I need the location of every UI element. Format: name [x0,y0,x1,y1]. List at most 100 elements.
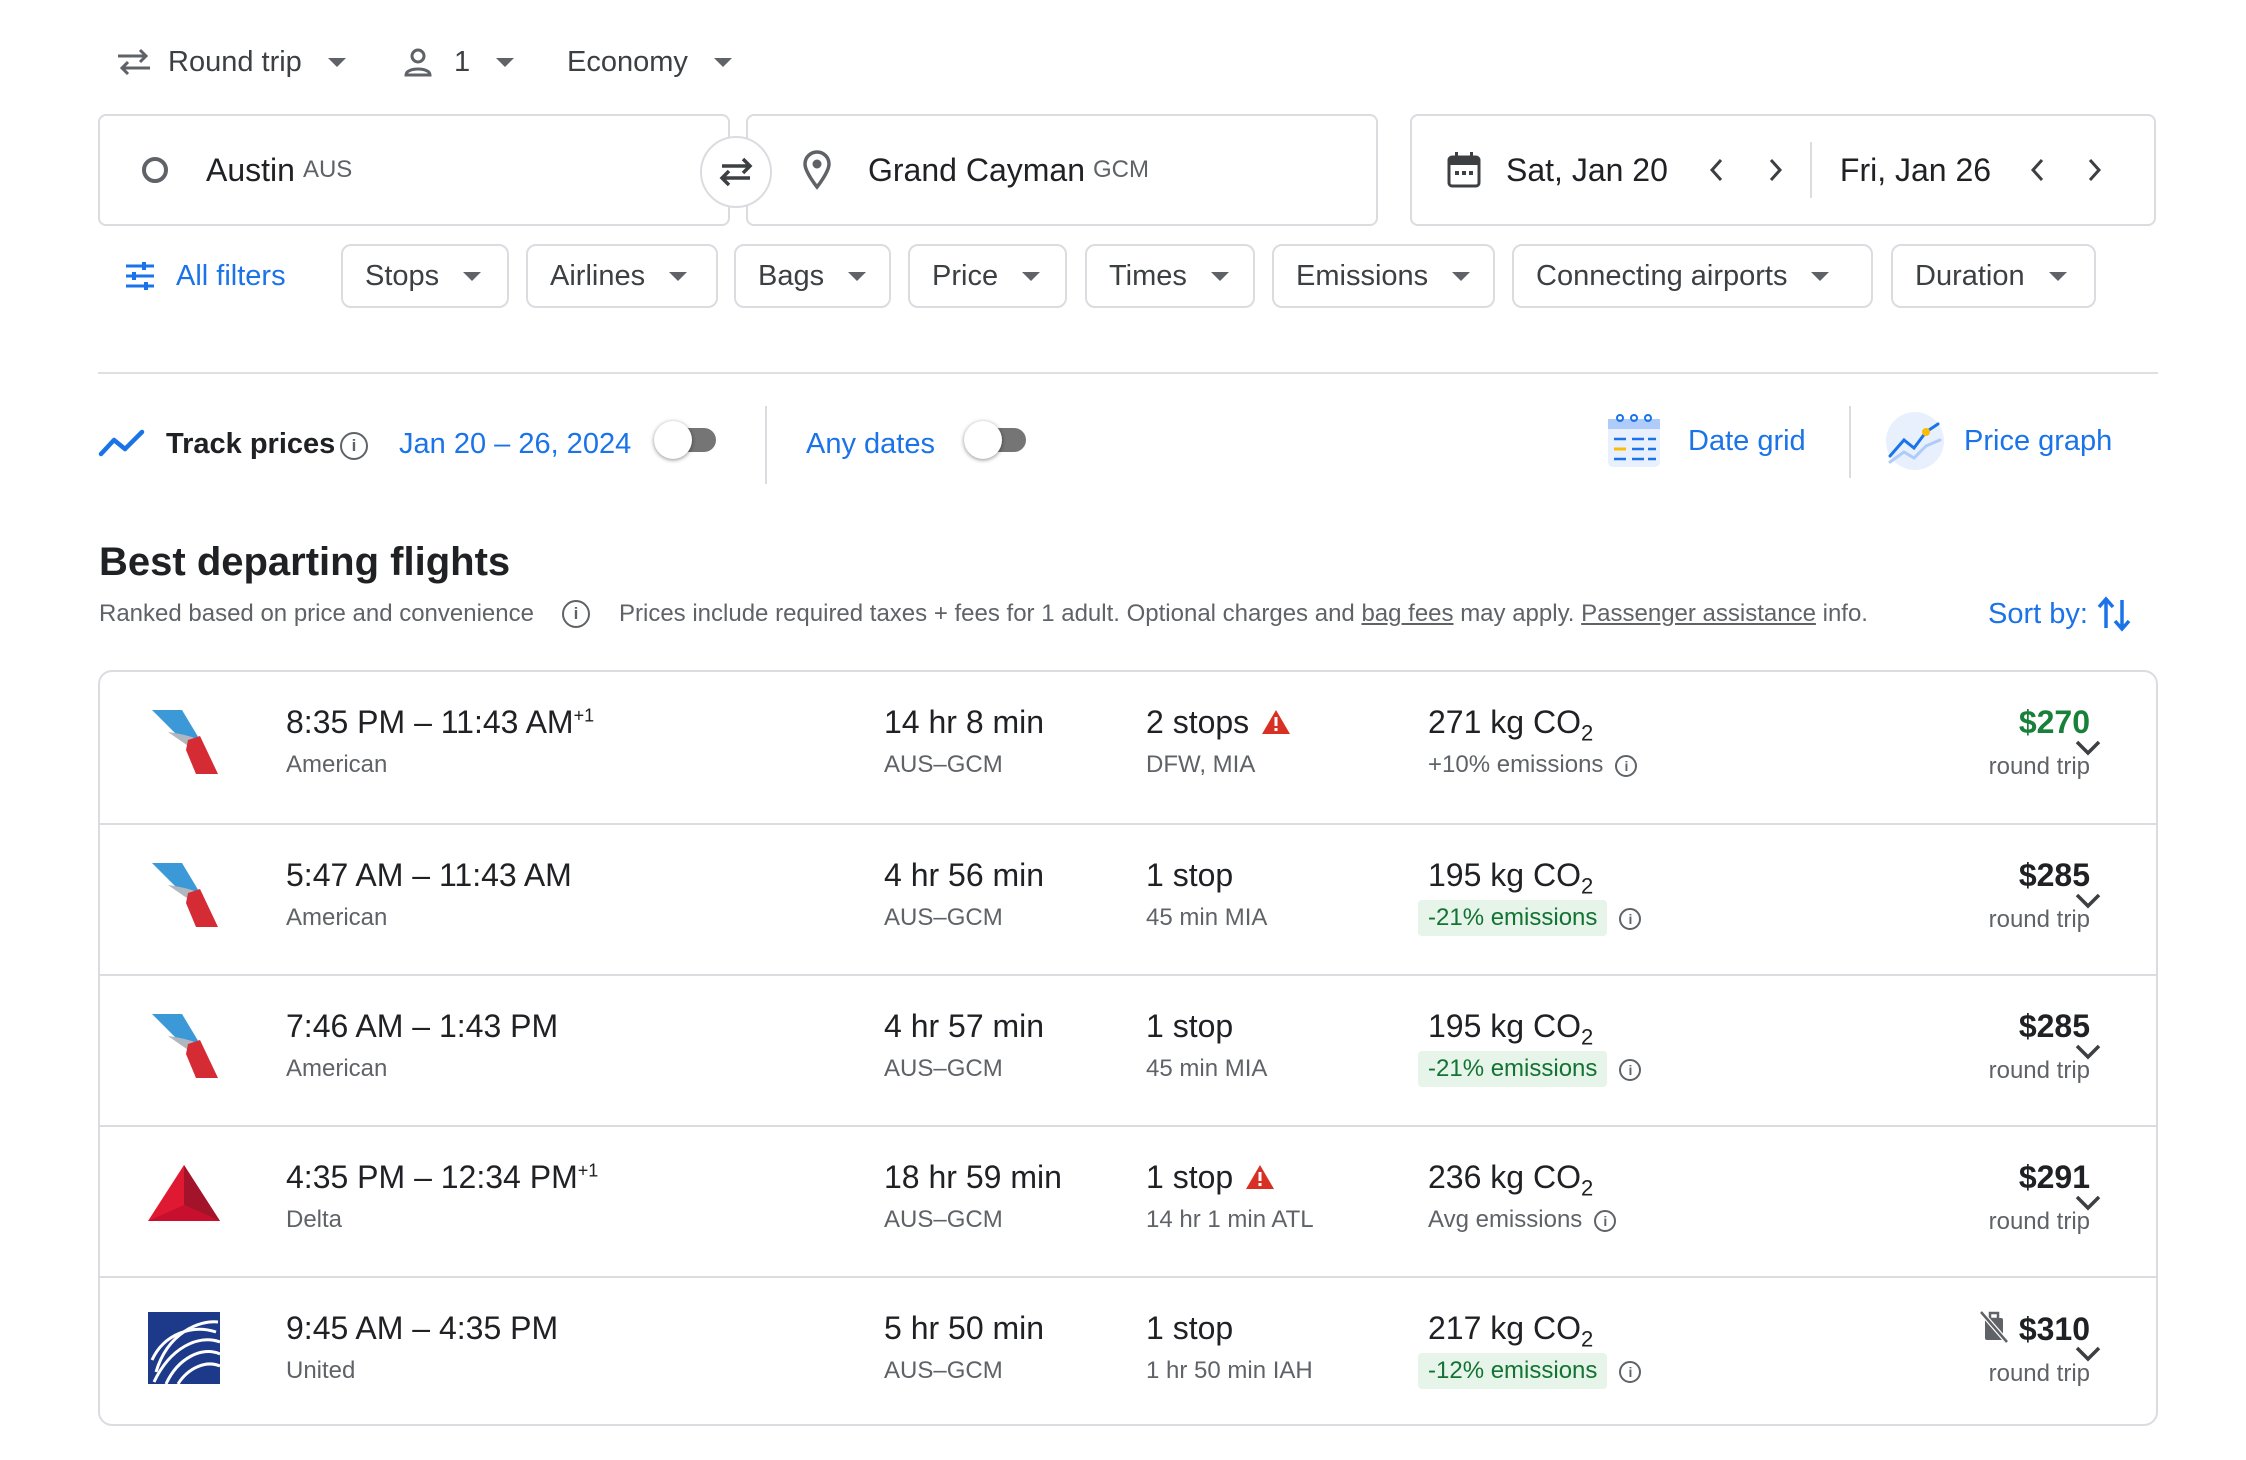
expand-flight-button[interactable] [2068,728,2108,768]
flight-times: 5:47 AM – 11:43 AM [286,857,572,894]
airline-name: Delta [286,1206,343,1233]
flight-stops: 1 stop [1146,1310,1313,1347]
warning-icon [1246,1165,1275,1189]
info-icon[interactable]: i [1615,754,1638,777]
flight-row[interactable]: 9:45 AM – 4:35 PM United 5 hr 50 min AUS–GC… [100,1276,2156,1424]
stops-detail: 14 hr 1 min ATL [1146,1206,1314,1233]
cabin-label: Economy [567,45,688,78]
expand-flight-button[interactable] [2068,881,2108,921]
filter-connecting-airports[interactable]: Connecting airports [1512,244,1873,308]
swap-locations-button[interactable] [700,136,772,208]
bag-fees-link[interactable]: bag fees [1361,600,1453,627]
return-next-button[interactable] [2075,150,2115,190]
flight-times-cell: 8:35 PM – 11:43 AM+1 American [286,704,594,779]
all-filters-button[interactable]: All filters [124,256,286,296]
price-note: round trip [1988,1208,2090,1235]
flight-stops-text: 1 stop [1146,1008,1234,1044]
return-prev-button[interactable] [2017,150,2057,190]
any-dates-toggle[interactable] [964,421,1026,459]
info-icon[interactable]: i [1619,1058,1642,1081]
passengers-count: 1 [454,45,471,78]
delta-logo [148,1165,220,1221]
info-icon[interactable]: i [562,600,590,628]
caret-down-icon [848,271,867,281]
filter-airlines[interactable]: Airlines [526,244,718,308]
may-apply-text: may apply. [1460,600,1575,627]
chevron-right-icon [2088,158,2102,182]
passenger-assistance-link[interactable]: Passenger assistance [1581,600,1816,627]
expand-flight-button[interactable] [2068,1032,2108,1072]
flight-times-text: 8:35 PM – 11:43 AM [286,704,574,740]
caret-down-icon [496,57,515,67]
co2-amount: 195 kg CO2 [1428,857,1641,897]
price-graph-label: Price graph [1964,424,2113,457]
expand-flight-button[interactable] [2068,1334,2108,1374]
flight-row[interactable]: 4:35 PM – 12:34 PM+1 Delta 18 hr 59 min AUS… [100,1125,2156,1276]
passengers-select[interactable]: 1 [402,40,515,84]
filter-bags[interactable]: Bags [734,244,891,308]
co2-text: 195 kg CO [1428,1008,1581,1044]
origin-circle-icon [142,157,168,183]
price-cell: $310 round trip [1820,1310,2090,1388]
filter-stops[interactable]: Stops [341,244,509,308]
emissions-info: -12% emissions i [1418,1353,1642,1389]
filter-duration-label: Duration [1915,259,2025,292]
date-grid-label: Date grid [1688,424,1806,457]
flight-row[interactable]: 7:46 AM – 1:43 PM American 4 hr 57 min AUS–… [100,974,2156,1125]
filter-duration[interactable]: Duration [1891,244,2096,308]
co2-subscript: 2 [1580,873,1594,899]
emissions-cell: 217 kg CO2 -12% emissions i [1418,1310,1642,1389]
trend-line-icon [98,429,145,457]
emissions-cell: 236 kg CO2 Avg emissions i [1428,1159,1617,1234]
duration-cell: 18 hr 59 min AUS–GCM [884,1159,1062,1234]
filter-bags-label: Bags [758,259,825,292]
origin-field[interactable]: Austin AUS [98,114,730,226]
co2-text: 217 kg CO [1428,1310,1581,1346]
info-icon[interactable]: i [1619,1360,1642,1383]
date-grid-button[interactable]: Date grid [1606,410,1806,472]
track-prices-toggle[interactable] [654,421,716,459]
flight-duration: 4 hr 57 min [884,1008,1045,1044]
flight-row[interactable]: 5:47 AM – 11:43 AM American 4 hr 56 min AUS… [100,823,2156,974]
flight-stops-text: 1 stop [1146,857,1234,893]
expand-flight-button[interactable] [2068,1183,2108,1223]
plus-day-badge: +1 [573,705,595,726]
emissions-info: +10% emissions i [1428,751,1638,779]
filter-emissions[interactable]: Emissions [1272,244,1495,308]
co2-amount: 271 kg CO2 [1428,704,1637,744]
flight-route: AUS–GCM [884,751,1003,778]
flight-route: AUS–GCM [884,1055,1003,1082]
flight-row[interactable]: 8:35 PM – 11:43 AM+1 American 14 hr 8 min A… [100,672,2156,823]
filter-price[interactable]: Price [908,244,1067,308]
airline-name: American [286,1055,388,1082]
flight-duration: 4 hr 56 min [884,857,1045,893]
plus-day-badge: +1 [577,1160,599,1181]
depart-next-button[interactable] [1756,150,1796,190]
airline-name: American [286,904,388,931]
depart-prev-button[interactable] [1696,150,1736,190]
caret-down-icon [1811,271,1830,281]
info-icon[interactable]: i [1594,1209,1617,1232]
filter-times[interactable]: Times [1085,244,1255,308]
price-cell: $270 round trip [1820,704,2090,781]
filter-price-label: Price [932,259,999,292]
airline-logo [148,1161,220,1238]
united-logo [148,1312,221,1385]
info-icon[interactable]: i [340,432,368,460]
origin-code: AUS [302,156,353,183]
emissions-info: -21% emissions i [1418,900,1642,936]
destination-field[interactable]: Grand Cayman GCM [746,114,1378,226]
flight-route: AUS–GCM [884,1206,1003,1233]
flight-price: $285 [1820,1008,2090,1045]
trip-type-select[interactable]: Round trip [116,40,346,84]
stops-detail: 1 hr 50 min IAH [1146,1357,1313,1384]
caret-down-icon [1022,271,1041,281]
cabin-select[interactable]: Economy [567,40,732,84]
sort-by-button[interactable]: Sort by: [1988,594,2132,634]
info-icon[interactable]: i [1619,907,1642,930]
depart-date[interactable]: Sat, Jan 20 [1506,152,1668,189]
destination-code: GCM [1092,156,1149,183]
return-date[interactable]: Fri, Jan 26 [1840,152,1991,189]
emissions-info: Avg emissions i [1428,1206,1617,1234]
price-graph-button[interactable]: Price graph [1884,410,2112,472]
